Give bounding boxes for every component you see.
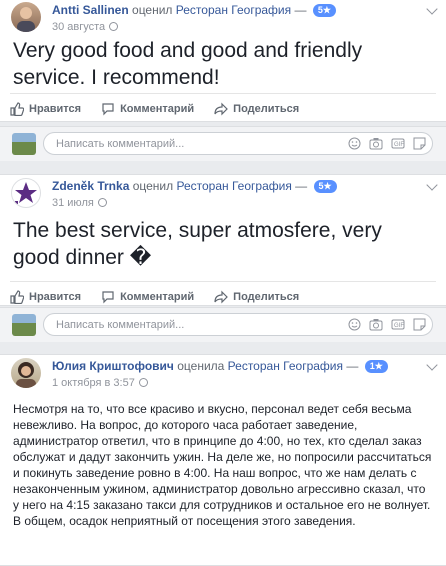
- gif-icon[interactable]: GIF: [391, 318, 405, 336]
- comment-button[interactable]: Комментарий: [101, 290, 194, 304]
- comment-placeholder: Написать комментарий...: [56, 319, 185, 331]
- my-avatar: [12, 133, 36, 155]
- like-label: Нравится: [29, 291, 82, 303]
- chevron-down-icon[interactable]: [426, 3, 438, 15]
- composer-icons: GIF: [340, 137, 426, 155]
- globe-icon: [138, 378, 148, 387]
- globe-icon: [97, 198, 107, 207]
- review-post: Юлия Криштофович оценила Ресторан Геогра…: [0, 354, 446, 566]
- globe-icon: [109, 22, 119, 31]
- avatar[interactable]: [11, 2, 41, 32]
- action-bar: Нравится Комментарий Поделиться: [10, 93, 436, 124]
- rating-verb: оценил: [132, 179, 174, 193]
- comment-composer: Написать комментарий... GIF: [0, 307, 446, 342]
- comment-icon: [102, 291, 114, 304]
- camera-icon[interactable]: [369, 137, 383, 155]
- dash: —: [294, 3, 307, 17]
- share-label: Поделиться: [233, 291, 300, 303]
- gif-icon[interactable]: GIF: [391, 137, 405, 155]
- share-icon: [214, 290, 229, 304]
- comment-input[interactable]: Написать комментарий... GIF: [43, 313, 433, 336]
- rating-verb: оценил: [132, 3, 173, 17]
- review-text: Несмотря на то, что все красиво и вкусно…: [13, 402, 432, 528]
- avatar[interactable]: [11, 178, 41, 208]
- review-post: Antti Sallinen оценил Ресторан География…: [0, 0, 446, 122]
- comment-composer: Написать комментарий... GIF: [0, 126, 446, 161]
- chevron-down-icon[interactable]: [426, 179, 438, 191]
- page-link[interactable]: Ресторан География: [176, 179, 291, 193]
- author-name[interactable]: Antti Sallinen: [52, 3, 129, 17]
- comment-button[interactable]: Комментарий: [101, 102, 194, 116]
- page-link[interactable]: Ресторан География: [228, 359, 343, 373]
- rating-badge: 5★: [313, 180, 337, 193]
- author-name[interactable]: Zdeněk Trnka: [52, 179, 129, 193]
- dash: —: [295, 179, 308, 193]
- dash: —: [346, 359, 359, 373]
- share-button[interactable]: Поделиться: [214, 290, 299, 304]
- rating-badge: 5★: [312, 4, 336, 17]
- share-icon: [214, 102, 229, 116]
- post-date[interactable]: 31 июля: [52, 197, 94, 209]
- share-button[interactable]: Поделиться: [214, 102, 299, 116]
- composer-icons: GIF: [340, 318, 426, 336]
- author-name[interactable]: Юлия Криштофович: [52, 359, 174, 373]
- review-text: Very good food and good and friendly ser…: [13, 39, 363, 89]
- sticker-icon[interactable]: [413, 137, 426, 155]
- comment-icon: [102, 103, 114, 116]
- like-button[interactable]: Нравится: [10, 102, 81, 116]
- post-date[interactable]: 30 августа: [52, 21, 105, 33]
- avatar[interactable]: [11, 358, 41, 388]
- camera-icon[interactable]: [369, 318, 383, 336]
- svg-text:GIF: GIF: [394, 323, 404, 329]
- page-link[interactable]: Ресторан География: [176, 3, 291, 17]
- emoji-icon[interactable]: [348, 137, 361, 155]
- sticker-icon[interactable]: [413, 318, 426, 336]
- rating-badge: 1★: [364, 360, 388, 373]
- my-avatar: [12, 314, 36, 336]
- review-post: Zdeněk Trnka оценил Ресторан География —…: [0, 174, 446, 306]
- comment-placeholder: Написать комментарий...: [56, 138, 185, 150]
- svg-text:GIF: GIF: [394, 142, 404, 148]
- comment-label: Комментарий: [120, 291, 195, 303]
- rating-verb: оценила: [177, 359, 225, 373]
- share-label: Поделиться: [233, 103, 300, 115]
- chevron-down-icon[interactable]: [426, 359, 438, 371]
- thumbs-up-icon: [10, 290, 24, 304]
- post-date[interactable]: 1 октября в 3:57: [52, 377, 135, 389]
- like-label: Нравится: [29, 103, 82, 115]
- review-text: The best service, super atmosfere, very …: [13, 219, 382, 269]
- comment-input[interactable]: Написать комментарий... GIF: [43, 132, 433, 155]
- comment-label: Комментарий: [120, 103, 195, 115]
- emoji-icon[interactable]: [348, 318, 361, 336]
- like-button[interactable]: Нравится: [10, 290, 81, 304]
- thumbs-up-icon: [10, 102, 24, 116]
